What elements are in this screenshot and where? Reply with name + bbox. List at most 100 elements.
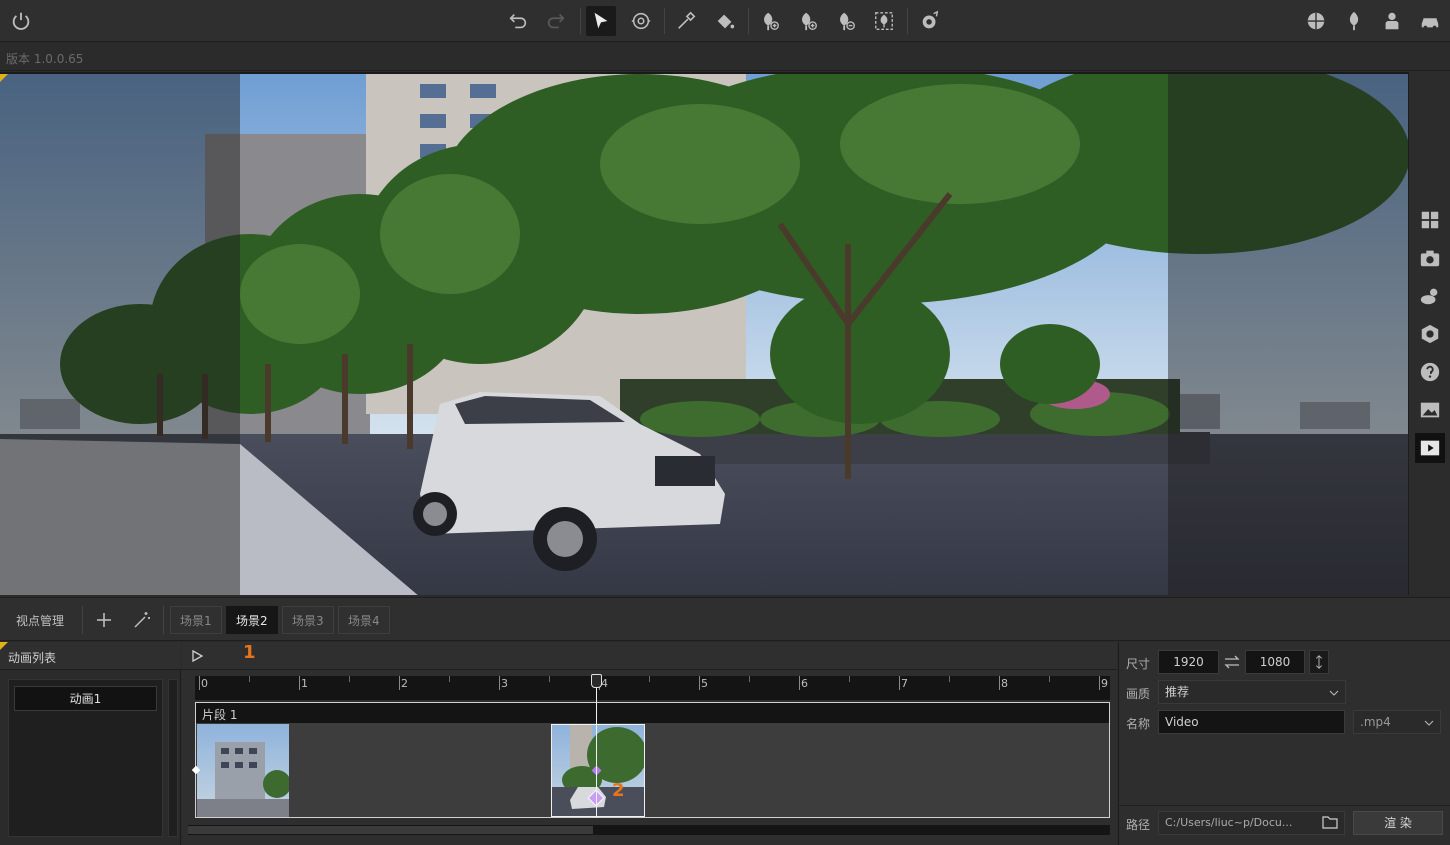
ruler-major-tick (499, 676, 500, 690)
viewpoint-manage-button[interactable]: 视点管理 (16, 612, 64, 629)
animation-list-title: 动画列表 (8, 651, 57, 665)
ruler-major-tick (799, 676, 800, 690)
play-icon[interactable] (1415, 433, 1445, 463)
help-icon[interactable] (1415, 357, 1445, 387)
grid-icon[interactable] (1415, 205, 1445, 235)
ruler-minor-tick (1049, 676, 1050, 682)
timeline-scrollbar-thumb[interactable] (188, 826, 593, 834)
playhead[interactable] (596, 674, 597, 818)
ruler-tick-label: 5 (701, 677, 708, 690)
scene-tab-4[interactable]: 场景4 (338, 606, 390, 634)
magic-wand-icon[interactable] (130, 608, 154, 632)
list-scrollbar[interactable] (168, 679, 178, 837)
ruler-major-tick (699, 676, 700, 690)
timeline-panel: 1 0 1 2 3 4 5 6 7 8 9 片段 1 2 (182, 642, 1117, 845)
select-arrow-icon[interactable] (586, 6, 616, 36)
image-icon[interactable] (1415, 395, 1445, 425)
paint-bucket-icon[interactable] (710, 6, 740, 36)
ruler-major-tick (999, 676, 1000, 690)
ruler-tick-label: 2 (401, 677, 408, 690)
playhead-handle[interactable] (591, 674, 602, 688)
brush-icon[interactable] (915, 6, 945, 36)
ruler-tick-label: 4 (601, 677, 608, 690)
size-label: 尺寸 (1126, 657, 1151, 671)
scene-tab-1[interactable]: 场景1 (170, 606, 222, 634)
play-button[interactable] (190, 649, 204, 663)
person-icon[interactable] (1377, 6, 1407, 36)
redo-icon[interactable] (541, 6, 571, 36)
ruler-major-tick (399, 676, 400, 690)
globe-icon[interactable] (1301, 6, 1331, 36)
ruler-minor-tick (749, 676, 750, 682)
ruler-tick-label: 3 (501, 677, 508, 690)
ruler-minor-tick (949, 676, 950, 682)
scene-bar: 视点管理 场景1 场景2 场景3 场景4 (0, 597, 1450, 641)
animation-item[interactable]: 动画1 (14, 686, 157, 711)
ruler-major-tick (899, 676, 900, 690)
swap-dimensions-icon[interactable] (1309, 650, 1329, 674)
ruler-tick-label: 6 (801, 677, 808, 690)
version-bar: 版本 1.0.0.65 (0, 43, 1450, 71)
version-label: 版本 1.0.0.65 (6, 52, 84, 66)
ruler-major-tick (299, 676, 300, 690)
ruler-minor-tick (349, 676, 350, 682)
scene-render (0, 74, 1408, 595)
add-scene-icon[interactable] (92, 608, 116, 632)
undo-icon[interactable] (503, 6, 533, 36)
quality-label: 画质 (1126, 687, 1151, 701)
height-input[interactable]: 1080 (1245, 650, 1305, 674)
time-ruler[interactable]: 0 1 2 3 4 5 6 7 8 9 (195, 676, 1110, 700)
timeline-scrollbar[interactable] (188, 825, 1110, 835)
ruler-tick-label: 0 (201, 677, 208, 690)
path-value: C:/Users/liuc~p/Docu... (1165, 816, 1293, 829)
orbit-icon[interactable] (626, 6, 656, 36)
width-input[interactable]: 1920 (1158, 650, 1219, 674)
ruler-minor-tick (449, 676, 450, 682)
ruler-minor-tick (549, 676, 550, 682)
marker-1: 1 (243, 642, 256, 663)
scene-tab-2[interactable]: 场景2 (226, 606, 278, 634)
scene-tab-3[interactable]: 场景3 (282, 606, 334, 634)
ruler-tick-label: 9 (1101, 677, 1108, 690)
format-select[interactable]: .mp4 (1353, 710, 1441, 734)
right-side-toolbar (1408, 72, 1450, 595)
format-value: .mp4 (1360, 715, 1391, 729)
folder-icon[interactable] (1322, 815, 1338, 837)
plant-add-icon[interactable] (755, 6, 785, 36)
ruler-major-tick (199, 676, 200, 690)
ruler-minor-tick (249, 676, 250, 682)
ruler-minor-tick (849, 676, 850, 682)
keyframe-thumbnail-1[interactable] (197, 724, 289, 817)
ruler-major-tick (1099, 676, 1100, 690)
plant-remove-icon[interactable] (831, 6, 861, 36)
render-settings-panel: 尺寸 1920 1080 画质 推荐 名称 Video .mp4 路径 C:/U… (1118, 642, 1450, 845)
chevron-down-icon (1424, 711, 1434, 733)
ruler-minor-tick (649, 676, 650, 682)
power-icon[interactable] (6, 6, 36, 36)
weather-icon[interactable] (1415, 281, 1445, 311)
main-toolbar (0, 0, 1450, 42)
camera-icon[interactable] (1415, 243, 1445, 273)
car-icon[interactable] (1415, 6, 1445, 36)
name-input[interactable]: Video (1158, 710, 1345, 734)
plant-group-icon[interactable] (869, 6, 899, 36)
quality-value: 推荐 (1165, 685, 1190, 699)
eyedropper-icon[interactable] (671, 6, 701, 36)
ruler-tick-label: 7 (901, 677, 908, 690)
plant-icon[interactable] (1339, 6, 1369, 36)
segment-label: 片段 1 (202, 708, 238, 722)
plant-add-alt-icon[interactable] (793, 6, 823, 36)
quality-select[interactable]: 推荐 (1158, 680, 1346, 704)
link-ratio-icon[interactable] (1223, 654, 1241, 670)
chevron-down-icon (1329, 681, 1339, 703)
animation-list-panel: 动画列表 动画1 (0, 642, 181, 845)
3d-viewport[interactable] (0, 72, 1408, 595)
segment-track[interactable]: 片段 1 2 (191, 702, 1110, 818)
name-label: 名称 (1126, 717, 1151, 731)
marker-2: 2 (612, 780, 625, 801)
settings-icon[interactable] (1415, 319, 1445, 349)
path-input[interactable]: C:/Users/liuc~p/Docu... (1158, 811, 1345, 835)
ruler-tick-label: 1 (301, 677, 308, 690)
render-button[interactable]: 渲 染 (1353, 811, 1443, 835)
ruler-tick-label: 8 (1001, 677, 1008, 690)
